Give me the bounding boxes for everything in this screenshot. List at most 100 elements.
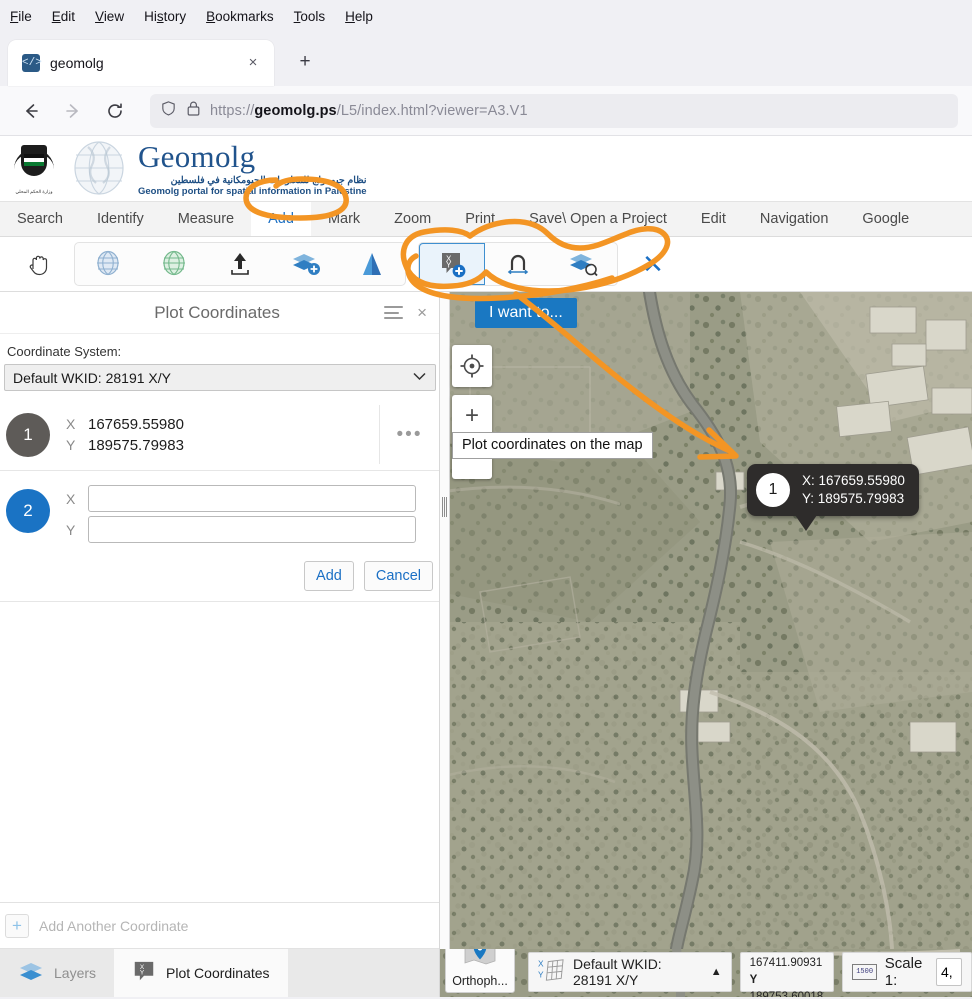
x-axis-label: X [66, 416, 78, 432]
bottom-bar: Layers XY Plot Coordinates [0, 949, 972, 997]
chevron-down-icon [413, 372, 426, 384]
add-measurement-icon[interactable] [485, 243, 551, 285]
menutab-identify[interactable]: Identify [80, 202, 161, 236]
toolbar-group-plot: X Y [418, 242, 618, 286]
add-layer-icon[interactable] [273, 243, 339, 285]
forward-button[interactable] [56, 94, 90, 128]
app-body: Plot Coordinates × Coordinate System: De… [0, 292, 972, 949]
wkid-status[interactable]: X Y Default WKID: 28191 X/Y ▲ [528, 952, 732, 992]
brand-arabic: نظام جيومولج للمعلومات الجيومكانية في فل… [138, 175, 367, 186]
menutab-zoom[interactable]: Zoom [377, 202, 448, 236]
menutab-google[interactable]: Google [845, 202, 926, 236]
callout-x: X: 167659.55980 [802, 472, 905, 490]
callout-y: Y: 189575.79983 [802, 490, 905, 508]
map-container[interactable]: I want to... + − 1 X: 167659.55980 Y: 18… [440, 292, 972, 949]
new-x-input[interactable] [88, 485, 416, 512]
bottom-map-strip: Orthoph... X Y Default WKID: 28191 X/Y ▲ [440, 949, 972, 997]
menutab-edit[interactable]: Edit [684, 202, 743, 236]
coordinate-row-new: 2 X Y [0, 471, 439, 553]
basemap-label: Orthoph... [452, 974, 508, 988]
coordinate-badge: 1 [6, 413, 50, 457]
coordinate-system-select[interactable]: Default WKID: 28191 X/Y [4, 364, 436, 391]
coordinate-system-block: Coordinate System: Default WKID: 28191 X… [0, 334, 439, 391]
new-x-label: X [66, 491, 78, 507]
hamburger-menu-icon[interactable] [384, 303, 403, 323]
menu-help[interactable]: Help [345, 9, 373, 24]
splitter-grip[interactable] [442, 497, 448, 517]
panel-empty-area [0, 602, 439, 903]
add-button[interactable]: Add [304, 561, 354, 591]
menutab-mark[interactable]: Mark [311, 202, 377, 236]
coordinate-badge-new: 2 [6, 489, 50, 533]
url-bar[interactable]: https://geomolg.ps/L5/index.html?viewer=… [150, 94, 958, 128]
add-cad-icon[interactable] [339, 243, 405, 285]
map-coordinate-callout[interactable]: 1 X: 167659.55980 Y: 189575.79983 [747, 464, 919, 516]
toolbar-group-add-sources [74, 242, 406, 286]
panel-title: Plot Coordinates [0, 303, 384, 323]
coordinate-grid-icon: X Y [538, 957, 564, 988]
menutab-print[interactable]: Print [448, 202, 512, 236]
browser-tabstrip: </> geomolg × + [0, 32, 972, 86]
scale-control[interactable]: 1500 Scale 1: [842, 952, 972, 992]
menutab-measure[interactable]: Measure [161, 202, 251, 236]
svg-text:Y: Y [446, 261, 452, 270]
panel-header: Plot Coordinates × [0, 292, 439, 334]
wkid-expand-arrow-icon[interactable]: ▲ [711, 966, 722, 978]
y-value: 189575.79983 [88, 437, 184, 454]
coordinate-row-1[interactable]: 1 X167659.55980 Y189575.79983 ••• [0, 399, 439, 471]
scale-label: Scale 1: [885, 955, 928, 989]
palestine-coat-of-arms-icon: وزارة الحكم المحلي [8, 143, 60, 195]
menutab-save-open-project[interactable]: Save\ Open a Project [512, 202, 684, 236]
tab-close-icon[interactable]: × [242, 52, 264, 74]
shield-icon [160, 100, 177, 122]
pan-hand-icon[interactable] [10, 243, 68, 285]
plot-coordinates-panel: Plot Coordinates × Coordinate System: De… [0, 292, 440, 949]
upload-file-icon[interactable] [207, 243, 273, 285]
basemap-selector-button[interactable]: Orthoph... [445, 949, 515, 993]
crosshair-locate-icon[interactable] [452, 345, 492, 387]
add-layer-search-icon[interactable] [551, 243, 617, 285]
web-page: وزارة الحكم المحلي Geomolg نظام جيومولج … [0, 136, 972, 949]
cancel-button[interactable]: Cancel [364, 561, 433, 591]
add-another-coordinate-button[interactable]: + Add Another Coordinate [0, 903, 439, 949]
zoom-in-button[interactable]: + [452, 395, 492, 437]
mouse-y-value: 189753.60018 [750, 991, 824, 997]
i-want-to-button[interactable]: I want to... [475, 298, 577, 328]
panel-splitter[interactable] [440, 292, 450, 949]
browser-tab[interactable]: </> geomolg × [8, 40, 274, 86]
panel-action-buttons: Add Cancel [0, 553, 439, 602]
panel-close-icon[interactable]: × [417, 303, 427, 323]
menu-view[interactable]: View [95, 9, 124, 24]
map-imagery[interactable] [440, 292, 972, 949]
add-wfs-globe-icon[interactable] [141, 243, 207, 285]
bottom-tab-plot-coordinates[interactable]: XY Plot Coordinates [114, 949, 288, 997]
new-tab-button[interactable]: + [288, 46, 322, 80]
browser-menubar[interactable]: FFileile Edit View History Bookmarks Too… [0, 0, 972, 32]
row-more-options-icon[interactable]: ••• [379, 405, 439, 464]
crest-caption: وزارة الحكم المحلي [8, 189, 60, 195]
bottom-tab-layers[interactable]: Layers [0, 949, 114, 997]
menutab-add[interactable]: Add [251, 202, 311, 236]
back-button[interactable] [14, 94, 48, 128]
svg-text:X: X [538, 958, 544, 968]
mouse-x-value: 167411.90931 [750, 957, 823, 969]
menutab-navigation[interactable]: Navigation [743, 202, 846, 236]
brand-subtitle: Geomolg portal for spatial information i… [138, 186, 367, 197]
plot-coordinates-icon[interactable]: X Y [419, 243, 485, 285]
scale-input[interactable] [936, 958, 962, 986]
menu-bookmarks[interactable]: Bookmarks [206, 9, 274, 24]
scale-ruler-icon: 1500 [852, 964, 876, 980]
wkid-value: Default WKID: 28191 X/Y [573, 956, 702, 988]
globe-logo-icon [68, 141, 130, 196]
new-y-input[interactable] [88, 516, 416, 543]
menutab-search[interactable]: Search [0, 202, 80, 236]
menu-history[interactable]: History [144, 9, 186, 24]
bottom-tab-layers-label: Layers [54, 965, 96, 981]
reload-button[interactable] [98, 94, 132, 128]
close-toolbar-icon[interactable]: ✕ [624, 243, 682, 285]
add-wms-globe-icon[interactable] [75, 243, 141, 285]
brand-name: Geomolg [138, 141, 367, 172]
menu-tools[interactable]: Tools [294, 9, 326, 24]
menu-edit[interactable]: Edit [52, 9, 75, 24]
menu-file[interactable]: FFileile [10, 9, 32, 24]
